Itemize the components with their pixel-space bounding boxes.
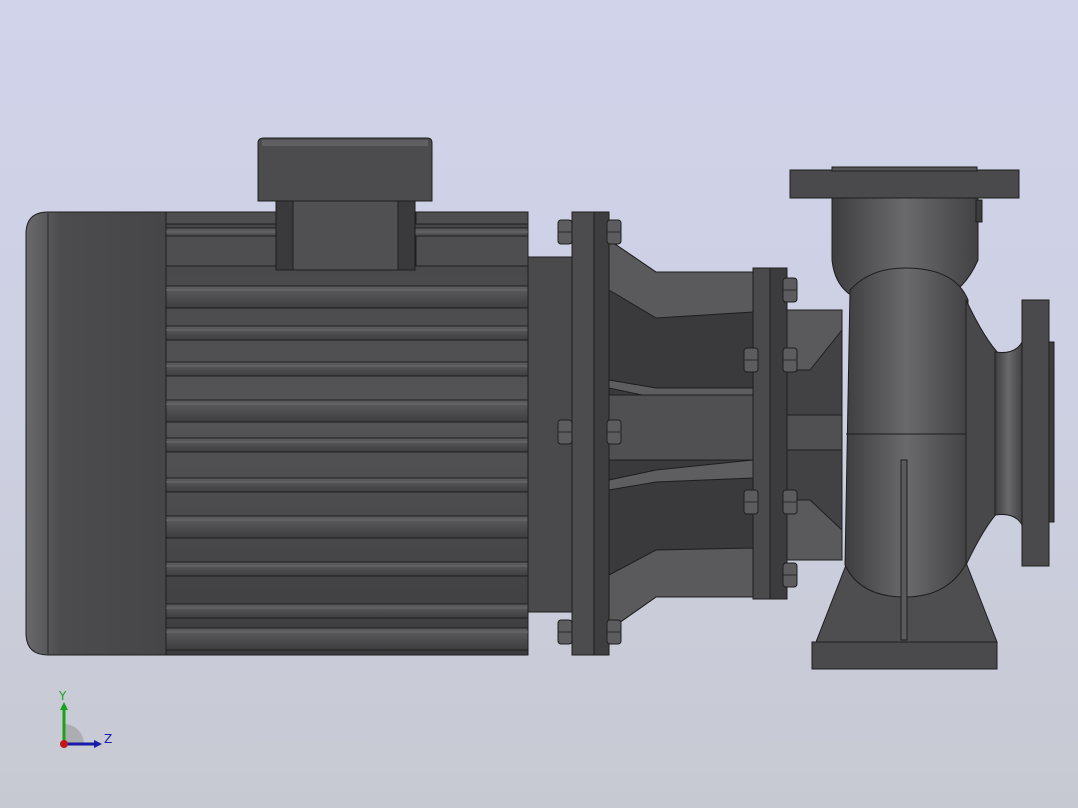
cooling-fin xyxy=(165,211,277,225)
cooling-fin xyxy=(165,437,529,453)
cooling-fin xyxy=(165,477,529,493)
3d-viewport[interactable]: Y Z xyxy=(0,0,1078,808)
cooling-fin xyxy=(415,211,529,225)
z-arrow-icon xyxy=(94,740,102,748)
orientation-triad: Y Z xyxy=(58,689,112,748)
y-arrow-icon xyxy=(60,702,68,710)
z-axis-label: Z xyxy=(104,732,112,746)
cooling-fin xyxy=(165,235,277,267)
cooling-fin xyxy=(165,627,529,651)
cooling-fin xyxy=(165,399,529,423)
cooling-fin xyxy=(165,285,529,309)
cooling-fin xyxy=(165,361,529,377)
cooling-fin xyxy=(415,235,529,267)
motor-body xyxy=(165,211,529,656)
motor-end-cap xyxy=(25,211,167,656)
cooling-fin xyxy=(165,515,529,539)
x-axis-icon xyxy=(60,740,68,748)
triad-quadrant xyxy=(64,724,84,744)
cooling-fin xyxy=(165,325,529,341)
y-axis-label: Y xyxy=(58,689,67,703)
suction-nozzle xyxy=(965,299,1055,567)
terminal-box xyxy=(257,137,433,271)
pump-model[interactable] xyxy=(0,0,1078,808)
cooling-fin xyxy=(165,603,529,619)
lantern-bracket xyxy=(608,239,754,631)
pump-flange xyxy=(752,267,843,600)
cooling-fin xyxy=(165,561,529,577)
